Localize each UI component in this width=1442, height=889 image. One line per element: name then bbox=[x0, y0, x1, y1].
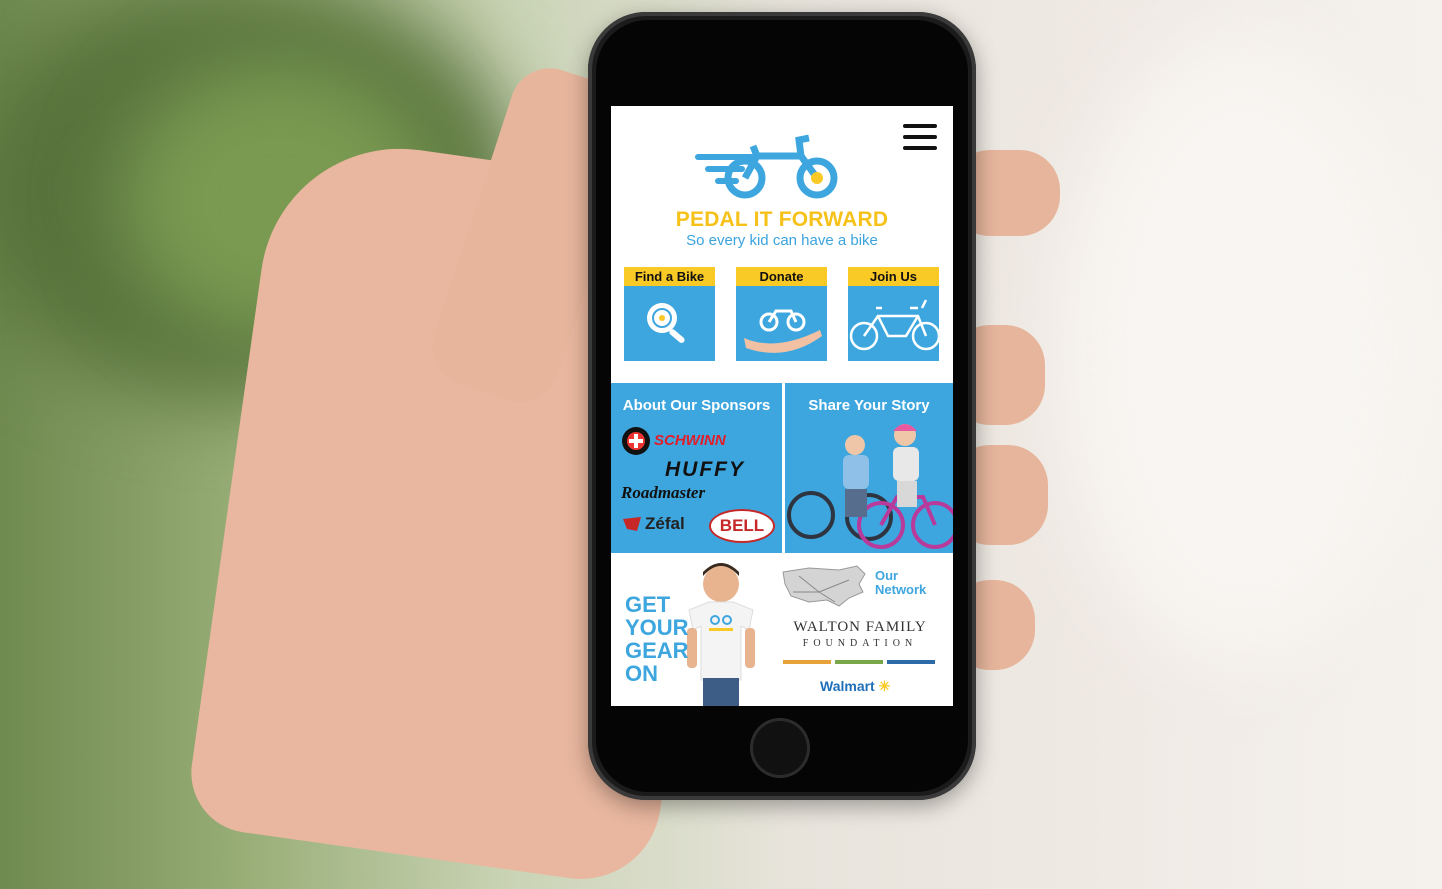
brand-tagline: So every kid can have a bike bbox=[686, 232, 878, 249]
gear-headline: GET YOUR GEAR ON bbox=[625, 593, 689, 685]
story-title: Share Your Story bbox=[808, 397, 930, 414]
walton-color-bar bbox=[783, 660, 935, 664]
sponsors-panel[interactable]: About Our Sponsors SCHWINN HUFFY Roadmas… bbox=[611, 383, 782, 553]
tandem-bike-icon bbox=[849, 299, 939, 351]
background-light bbox=[1060, 40, 1420, 660]
bike-logo-icon bbox=[695, 134, 838, 199]
sponsors-title: About Our Sponsors bbox=[622, 397, 771, 414]
sponsor-zefal: Zéfal bbox=[645, 514, 685, 533]
tile-label: Donate bbox=[736, 267, 827, 286]
brand-name: PEDAL IT FORWARD bbox=[675, 208, 889, 231]
gear-line: GEAR bbox=[625, 638, 689, 663]
bell-logo-badge: BELL bbox=[709, 509, 775, 543]
hand-bike-icon bbox=[744, 309, 822, 353]
tile-label: Find a Bike bbox=[624, 267, 715, 286]
walmart-logo: Walmart ✳ bbox=[820, 678, 890, 695]
gear-line: GET bbox=[625, 592, 671, 617]
tile-join-us[interactable]: Join Us bbox=[848, 267, 939, 361]
gear-line: ON bbox=[625, 661, 658, 686]
network-label: Our Network bbox=[875, 569, 926, 597]
tile-donate[interactable]: Donate bbox=[736, 267, 827, 361]
tile-find-a-bike[interactable]: Find a Bike bbox=[624, 267, 715, 361]
sponsor-bell: BELL bbox=[719, 516, 765, 535]
usa-map-icon bbox=[782, 565, 866, 607]
hamburger-menu-icon[interactable] bbox=[903, 124, 937, 150]
schwinn-logo-icon bbox=[622, 427, 650, 455]
walton-foundation-text: FOUNDATION bbox=[802, 638, 918, 649]
magnifier-wheel-icon bbox=[647, 303, 685, 343]
tile-label: Join Us bbox=[848, 267, 939, 286]
boy-in-tshirt-image bbox=[687, 563, 755, 706]
zefal-logo-icon bbox=[623, 517, 641, 531]
home-button[interactable] bbox=[750, 718, 810, 778]
walton-family-text: WALTON FAMILY bbox=[793, 619, 927, 635]
gear-promo[interactable]: GET YOUR GEAR ON bbox=[611, 556, 777, 706]
walmart-spark-icon: ✳ bbox=[878, 678, 891, 694]
gear-line: YOUR bbox=[625, 615, 689, 640]
walmart-text: Walmart bbox=[820, 678, 875, 694]
sponsor-roadmaster: Roadmaster bbox=[621, 483, 706, 502]
sponsor-schwinn: SCHWINN bbox=[654, 432, 726, 449]
story-panel[interactable]: Share Your Story bbox=[785, 383, 953, 553]
network-line: Network bbox=[875, 582, 927, 597]
kids-on-bikes-image bbox=[787, 424, 953, 549]
sponsor-huffy: HUFFY bbox=[665, 458, 745, 481]
app-screen: PEDAL IT FORWARD So every kid can have a… bbox=[611, 106, 953, 706]
network-promo[interactable]: Our Network WALTON FAMILY FOUNDATION Wal… bbox=[777, 556, 953, 706]
network-line: Our bbox=[875, 568, 899, 583]
